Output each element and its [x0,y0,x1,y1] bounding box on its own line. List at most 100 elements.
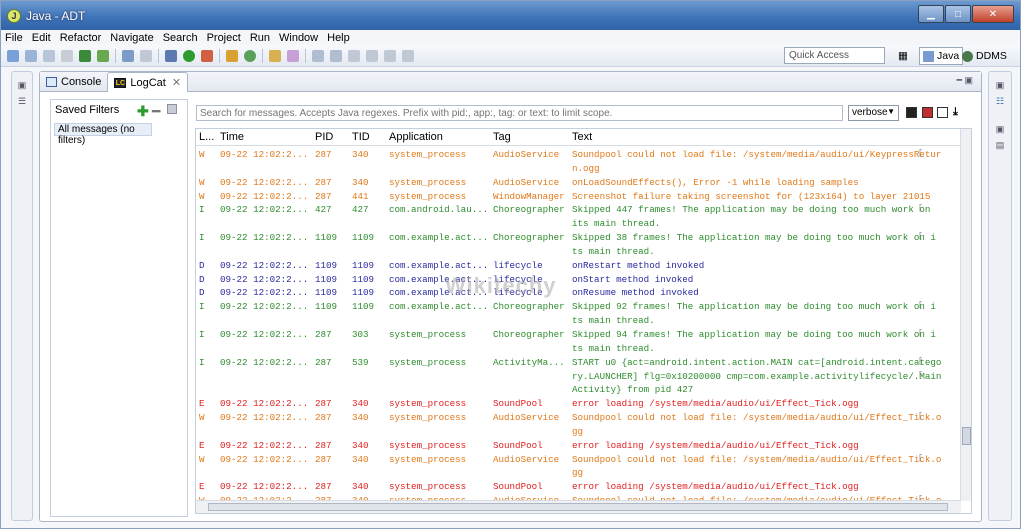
new-java-package-icon[interactable] [226,49,238,62]
table-row[interactable]: I 09-22 12:02:2... 1109 1109 com.example.act… [196,231,961,245]
outline-icon[interactable]: ☷ [994,96,1006,106]
debug-icon[interactable] [165,49,177,62]
toggle-saved-filters-icon[interactable] [937,107,948,118]
task-list-icon[interactable]: ▤ [994,140,1006,150]
open-perspective-icon[interactable]: ▦ [898,47,908,65]
col-tid[interactable]: TID [352,131,370,143]
table-row[interactable]: gg [196,425,961,439]
table-row[interactable]: ts main thread. [196,245,961,259]
menu-search[interactable]: Search [163,32,198,44]
view-minimize-maximize[interactable]: ━ ▣ [957,75,973,86]
table-row[interactable]: E 09-22 12:02:2... 287 340 system_process Sou… [196,439,961,453]
adt-window: J Java - ADT ▁ □ ✕ File Edit Refactor Na… [0,0,1021,529]
restore-icon[interactable]: ▣ [16,80,28,90]
adt-app-icon: J [7,8,21,23]
horizontal-scrollbar[interactable] [196,500,961,513]
table-row[interactable]: D 09-22 12:02:2... 1109 1109 com.example.act… [196,259,961,273]
logcat-search-input[interactable] [196,105,843,121]
table-row[interactable]: I 09-22 12:02:2... 287 303 system_process Cho… [196,328,961,342]
table-row[interactable]: I 09-22 12:02:2... 287 539 system_process Act… [196,356,961,370]
table-row[interactable]: ts main thread. [196,314,961,328]
lint-icon[interactable] [122,49,134,62]
last-edit-icon[interactable] [348,49,360,62]
cell-pid: 1109 [315,232,338,244]
new-android-project-icon[interactable] [140,49,152,62]
table-row[interactable]: ry.LAUNCHER] flg=0x10200000 cmp=com.exam… [196,370,961,384]
package-explorer-icon[interactable]: ☰ [16,96,28,106]
forward-icon[interactable] [384,49,396,62]
col-level[interactable]: L... [199,131,214,143]
external-tools-icon[interactable] [201,49,213,62]
table-row[interactable]: Activity} from pid 427 [196,383,961,397]
back-icon[interactable] [366,49,378,62]
table-row[interactable]: ts main thread. [196,342,961,356]
open-type-icon[interactable] [269,49,281,62]
next-annotation-icon[interactable] [312,49,324,62]
maximize-button[interactable]: □ [945,5,971,23]
console-icon [46,77,57,87]
table-row[interactable]: I 09-22 12:02:2... 1109 1109 com.example.act… [196,300,961,314]
save-log-icon[interactable] [906,107,917,118]
scroll-lock-icon[interactable]: ⤓ [953,107,964,118]
menu-edit[interactable]: Edit [32,32,51,44]
table-row[interactable]: E 09-22 12:02:2... 287 340 system_process Sou… [196,397,961,411]
run-icon[interactable] [183,49,195,62]
new-java-class-icon[interactable] [244,49,256,62]
print-icon[interactable] [61,49,73,62]
filter-all-messages[interactable]: All messages (no filters) [54,123,152,146]
menu-window[interactable]: Window [279,32,318,44]
table-row[interactable]: I 09-22 12:02:2... 427 427 com.android.lau..… [196,203,961,217]
avd-manager-icon[interactable] [97,49,109,62]
table-row[interactable]: its main thread. [196,217,961,231]
menu-refactor[interactable]: Refactor [60,32,102,44]
clear-log-icon[interactable] [922,107,933,118]
menu-navigate[interactable]: Navigate [110,32,153,44]
col-text[interactable]: Text [572,131,592,143]
cell-pid: 1109 [315,259,338,271]
col-pid[interactable]: PID [315,131,333,143]
table-row[interactable]: W 09-22 12:02:2... 287 340 system_process Aud… [196,148,961,162]
add-filter-icon[interactable]: ✚ [137,103,149,120]
remove-filter-icon[interactable]: ━ [152,103,160,120]
table-row[interactable]: gg [196,466,961,480]
cell-text: onStart method invoked [572,273,694,285]
close-tab-icon[interactable]: ✕ [172,76,181,89]
cell-app: system_process [389,190,467,202]
menu-help[interactable]: Help [327,32,350,44]
tab-console[interactable]: Console [40,72,107,92]
restore-icon[interactable]: ▣ [994,124,1006,134]
table-row[interactable]: W 09-22 12:02:2... 287 340 system_process Aud… [196,176,961,190]
menu-file[interactable]: File [5,32,23,44]
perspective-java-button[interactable]: Java [919,47,964,65]
previous-annotation-icon[interactable] [330,49,342,62]
save-all-icon[interactable] [43,49,55,62]
table-row[interactable]: E 09-22 12:02:2... 287 340 system_process Sou… [196,480,961,494]
cell-lvl: I [199,301,205,313]
android-sdk-icon[interactable] [79,49,91,62]
table-row[interactable]: D 09-22 12:02:2... 1109 1109 com.example.act… [196,273,961,287]
log-level-select[interactable]: verbose ▼ [848,105,899,121]
pin-editor-icon[interactable] [402,49,414,62]
table-row[interactable]: W 09-22 12:02:2... 287 340 system_process Aud… [196,453,961,467]
table-row[interactable]: W 09-22 12:02:2... 287 340 system_process Aud… [196,411,961,425]
perspective-ddms-button[interactable]: DDMS [962,47,1007,65]
close-button[interactable]: ✕ [972,5,1014,23]
save-icon[interactable] [25,49,37,62]
table-row[interactable]: D 09-22 12:02:2... 1109 1109 com.example.act… [196,286,961,300]
cell-tid: 1109 [352,301,375,313]
col-application[interactable]: Application [389,131,443,143]
tab-logcat[interactable]: LC LogCat ✕ [107,72,189,92]
search-icon[interactable] [287,49,299,62]
menu-run[interactable]: Run [250,32,270,44]
vertical-scrollbar[interactable] [960,129,971,501]
table-row[interactable]: n.ogg [196,162,961,176]
new-icon[interactable] [7,49,19,62]
restore-icon[interactable]: ▣ [994,80,1006,90]
table-row[interactable]: W 09-22 12:02:2... 287 441 system_process Win… [196,190,961,204]
col-time[interactable]: Time [220,131,244,143]
quick-access-input[interactable]: Quick Access [784,47,885,64]
minimize-button[interactable]: ▁ [918,5,944,23]
col-tag[interactable]: Tag [493,131,511,143]
edit-filter-icon[interactable] [167,104,177,114]
menu-project[interactable]: Project [207,32,241,44]
